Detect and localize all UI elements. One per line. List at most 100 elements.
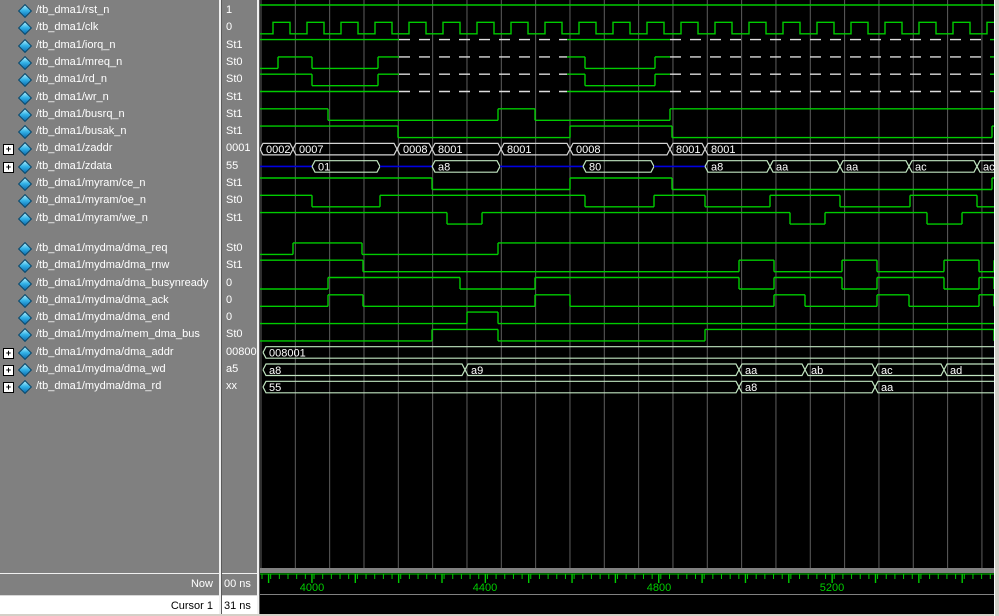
signal-value: St0	[226, 192, 243, 209]
signal-name[interactable]: /tb_dma1/mydma/mem_dma_bus	[36, 326, 200, 343]
signal-name[interactable]: /tb_dma1/mydma/dma_ack	[36, 292, 169, 309]
signal-name[interactable]: /tb_dma1/mydma/dma_end	[36, 309, 170, 326]
signal-row[interactable]: /tb_dma1/wr_n	[0, 89, 219, 106]
signal-name[interactable]: /tb_dma1/mydma/dma_wd	[36, 361, 166, 378]
signal-value-row: xx	[222, 378, 257, 395]
bus-value-label: aa	[881, 382, 894, 394]
signal-row[interactable]: /tb_dma1/rst_n	[0, 2, 219, 19]
signal-value-row: 0	[222, 309, 257, 326]
cursor-track[interactable]	[260, 595, 994, 614]
signal-icon	[18, 177, 32, 191]
signal-row[interactable]: /tb_dma1/iorq_n	[0, 37, 219, 54]
signal-value-row: St1	[222, 37, 257, 54]
ruler-time-label: 4800	[647, 582, 671, 594]
signal-icon	[18, 194, 32, 208]
signal-name[interactable]: /tb_dma1/myram/we_n	[36, 210, 148, 227]
signal-value-row: St1	[222, 210, 257, 227]
now-value: 00 ns	[224, 574, 257, 594]
cursor-row[interactable]: Cursor 1 31 ns	[0, 595, 260, 615]
bus-value-label: ab	[811, 365, 823, 377]
bus-value-label: 008001	[269, 347, 306, 359]
time-ruler[interactable]: 40004400480052005600	[260, 573, 994, 594]
expand-button[interactable]: +	[3, 365, 14, 376]
signal-name[interactable]: /tb_dma1/zdata	[36, 158, 112, 175]
signal-row[interactable]: /tb_dma1/mydma/dma_req	[0, 240, 219, 257]
signal-row[interactable]: + /tb_dma1/mydma/dma_rd	[0, 378, 219, 395]
signal-row[interactable]: /tb_dma1/mydma/mem_dma_bus	[0, 326, 219, 343]
signal-icon	[18, 363, 32, 377]
signal-name[interactable]: /tb_dma1/mreq_n	[36, 54, 122, 71]
panel-divider[interactable]	[219, 0, 221, 616]
bus-value-label: 0008	[576, 144, 600, 156]
signal-row[interactable]: /tb_dma1/rd_n	[0, 71, 219, 88]
signal-row[interactable]: /tb_dma1/mreq_n	[0, 54, 219, 71]
bus-value-label: 0002	[266, 144, 290, 156]
signal-name[interactable]: /tb_dma1/zaddr	[36, 140, 112, 157]
signal-row[interactable]: /tb_dma1/myram/oe_n	[0, 192, 219, 209]
bus-value-label: 0007	[299, 144, 323, 156]
signal-icon	[18, 259, 32, 273]
signal-row[interactable]: /tb_dma1/clk	[0, 19, 219, 36]
signal-values-panel: 10St1St0St0St1St1St1000155St1St0St1St0St…	[222, 0, 257, 572]
signal-row[interactable]: + /tb_dma1/mydma/dma_wd	[0, 361, 219, 378]
signal-row[interactable]: /tb_dma1/mydma/dma_end	[0, 309, 219, 326]
bus-value-label: a9	[471, 365, 483, 377]
panel-divider[interactable]	[257, 0, 259, 616]
signal-value: St0	[226, 326, 243, 343]
bus-value-label: aa	[846, 161, 859, 173]
signal-row[interactable]: /tb_dma1/mydma/dma_busynready	[0, 275, 219, 292]
signal-name[interactable]: /tb_dma1/mydma/dma_addr	[36, 344, 174, 361]
signal-name[interactable]: /tb_dma1/rst_n	[36, 2, 109, 19]
signal-row[interactable]: /tb_dma1/busak_n	[0, 123, 219, 140]
signal-row[interactable]: + /tb_dma1/zaddr	[0, 140, 219, 157]
signal-row[interactable]: /tb_dma1/busrq_n	[0, 106, 219, 123]
waveform-canvas[interactable]: 0002000700088001800100088001800101a880a8…	[260, 0, 994, 568]
signal-value: 0001	[226, 140, 250, 157]
cursor-value: 31 ns	[224, 596, 257, 616]
expand-button[interactable]: +	[3, 162, 14, 173]
expand-button[interactable]: +	[3, 382, 14, 393]
signal-name[interactable]: /tb_dma1/busrq_n	[36, 106, 125, 123]
signal-name[interactable]: /tb_dma1/mydma/dma_rd	[36, 378, 161, 395]
signal-icon	[18, 328, 32, 342]
expand-button[interactable]: +	[3, 348, 14, 359]
signal-value: St1	[226, 37, 243, 54]
signal-value: St1	[226, 123, 243, 140]
ruler-time-label: 4400	[473, 582, 497, 594]
signal-name[interactable]: /tb_dma1/rd_n	[36, 71, 107, 88]
signal-value-row: St1	[222, 89, 257, 106]
expand-button[interactable]: +	[3, 144, 14, 155]
signal-name[interactable]: /tb_dma1/mydma/dma_rnw	[36, 257, 169, 274]
signal-name[interactable]: /tb_dma1/mydma/dma_req	[36, 240, 167, 257]
signal-value: 0	[226, 275, 232, 292]
signal-icon	[18, 380, 32, 394]
signal-value: 008001	[226, 344, 257, 361]
signal-row[interactable]: /tb_dma1/myram/ce_n	[0, 175, 219, 192]
signal-name[interactable]: /tb_dma1/mydma/dma_busynready	[36, 275, 208, 292]
cursor-label[interactable]: Cursor 1	[0, 596, 213, 616]
signal-icon	[18, 125, 32, 139]
signal-name[interactable]: /tb_dma1/iorq_n	[36, 37, 116, 54]
signal-value-row: 55	[222, 158, 257, 175]
signal-value: St1	[226, 210, 243, 227]
signal-row[interactable]: /tb_dma1/mydma/dma_ack	[0, 292, 219, 309]
signal-row[interactable]: /tb_dma1/myram/we_n	[0, 210, 219, 227]
signal-value: St0	[226, 71, 243, 88]
signal-name[interactable]: /tb_dma1/clk	[36, 19, 98, 36]
signal-name[interactable]: /tb_dma1/busak_n	[36, 123, 127, 140]
signal-row[interactable]: /tb_dma1/mydma/dma_rnw	[0, 257, 219, 274]
signal-icon	[18, 39, 32, 53]
bus-value-label: a8	[745, 382, 757, 394]
signal-name[interactable]: /tb_dma1/myram/oe_n	[36, 192, 146, 209]
signal-value: 55	[226, 158, 238, 175]
signal-name[interactable]: /tb_dma1/myram/ce_n	[36, 175, 145, 192]
signal-icon	[18, 346, 32, 360]
signal-row[interactable]: + /tb_dma1/mydma/dma_addr	[0, 344, 219, 361]
ruler-time-label: 4000	[300, 582, 324, 594]
bus-value-label: aa	[745, 365, 758, 377]
signal-value: St1	[226, 89, 243, 106]
signal-row[interactable]: + /tb_dma1/zdata	[0, 158, 219, 175]
signal-name[interactable]: /tb_dma1/wr_n	[36, 89, 109, 106]
bus-value-label: 8001	[676, 144, 700, 156]
signal-value-row: 0	[222, 19, 257, 36]
